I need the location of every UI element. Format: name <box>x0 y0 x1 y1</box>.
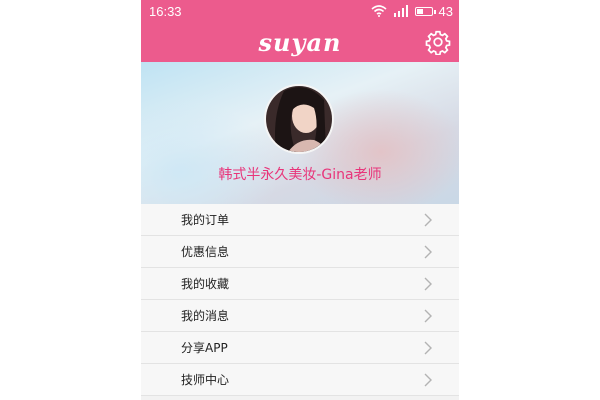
avatar[interactable] <box>264 84 334 154</box>
chevron-right-icon <box>424 341 432 354</box>
chevron-right-icon <box>424 277 432 290</box>
battery-fill <box>416 8 423 14</box>
menu-item-label: 技师中心 <box>181 373 230 387</box>
wifi-icon <box>371 5 387 17</box>
profile-banner: 韩式半永久美妆-Gina老师 <box>141 62 459 204</box>
chevron-right-icon <box>424 245 432 258</box>
chevron-right-icon <box>424 309 432 322</box>
menu-item-favorites[interactable]: 我的收藏 <box>141 268 459 300</box>
profile-name: 韩式半永久美妆-Gina老师 <box>218 167 382 183</box>
menu-item-discounts[interactable]: 优惠信息 <box>141 236 459 268</box>
menu-item-label: 分享APP <box>181 341 228 355</box>
avatar-photo <box>266 86 332 152</box>
battery-icon <box>414 6 436 16</box>
chevron-right-icon <box>424 213 432 226</box>
menu-item-label: 我的订单 <box>181 213 230 227</box>
menu-item-label: 我的消息 <box>181 309 230 323</box>
menu-item-orders[interactable]: 我的订单 <box>141 204 459 236</box>
menu-item-technician-center[interactable]: 技师中心 <box>141 364 459 396</box>
chevron-right-icon <box>424 373 432 386</box>
menu-list: 我的订单 优惠信息 我的收藏 我的消息 分享APP 技师中心 <box>141 204 459 396</box>
menu-item-messages[interactable]: 我的消息 <box>141 300 459 332</box>
status-time: 16:33 <box>149 3 182 19</box>
menu-item-share-app[interactable]: 分享APP <box>141 332 459 364</box>
app-header: suyan <box>141 22 459 62</box>
menu-item-label: 我的收藏 <box>181 277 230 291</box>
status-bar: 16:33 43 <box>141 0 459 22</box>
signal-icon <box>393 5 408 17</box>
status-icons: 43 <box>371 4 453 19</box>
menu-item-label: 优惠信息 <box>181 245 230 259</box>
gear-icon[interactable] <box>425 29 451 55</box>
battery-level: 43 <box>438 3 453 19</box>
brand-logo: suyan <box>258 27 342 57</box>
phone-screen: 16:33 43 suyan 韩式半永久美妆-Gina老师 我的订单 优惠信息 … <box>141 0 459 400</box>
